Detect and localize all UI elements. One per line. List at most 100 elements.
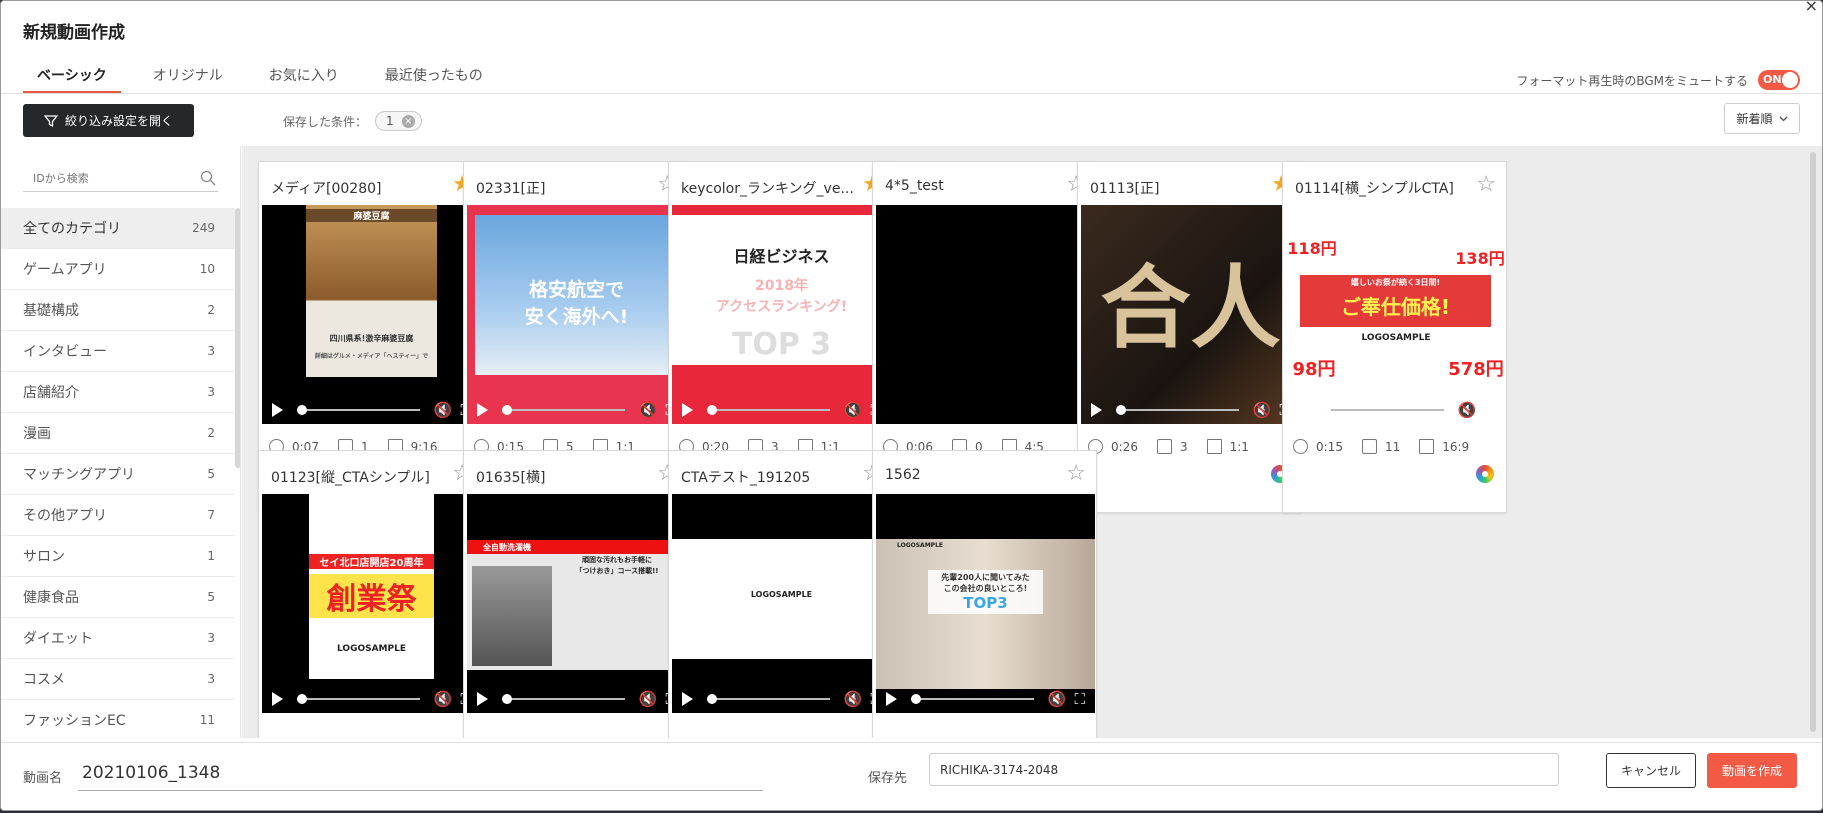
seek-bar[interactable] xyxy=(911,694,1034,704)
play-icon[interactable] xyxy=(272,403,283,417)
open-filter-button[interactable]: 絞り込み設定を開く xyxy=(23,104,194,137)
chevron-down-icon xyxy=(1779,116,1787,121)
preview-text: TOP 3 xyxy=(731,327,832,362)
category-item[interactable]: ゲームアプリ 10 xyxy=(1,249,235,290)
preview-text: セイ北口店開店20周年 xyxy=(309,554,434,569)
saved-condition-chip[interactable]: 1 × xyxy=(375,111,422,131)
category-item[interactable]: マッチングアプリ 5 xyxy=(1,454,235,495)
category-item[interactable]: ダイエット 3 xyxy=(1,618,235,659)
save-destination-input[interactable] xyxy=(929,753,1559,786)
format-card-title: 1562 xyxy=(885,467,921,483)
seek-bar[interactable] xyxy=(707,694,830,704)
format-card[interactable]: 1562 ☆ LOGOSAMPLE 先輩200人に聞いてみた この会社の良いところ! TO… xyxy=(872,450,1097,738)
format-preview[interactable]: 118円 138円 嬉しいお祭が続く3日間! ご奉仕価格! LOGOSAMPLE 98円 5… xyxy=(1286,205,1505,424)
play-icon[interactable] xyxy=(477,403,488,417)
play-icon[interactable] xyxy=(682,403,693,417)
tab-basic[interactable]: ベーシック xyxy=(23,59,121,93)
sort-select[interactable]: 新着順 xyxy=(1724,103,1800,134)
seek-bar[interactable] xyxy=(1116,405,1239,415)
format-preview[interactable]: 合人 🔇⛶ xyxy=(1081,205,1300,424)
search-icon[interactable] xyxy=(200,170,216,186)
close-icon[interactable]: × xyxy=(1805,1,1818,14)
category-count: 3 xyxy=(207,631,215,645)
favorite-star-icon[interactable]: ☆ xyxy=(1476,174,1496,196)
category-item[interactable]: サロン 1 xyxy=(1,536,235,577)
format-card[interactable]: 01113[正]★合人🔇⛶0:2631:1 xyxy=(1077,161,1302,513)
seek-bar[interactable] xyxy=(502,694,625,704)
category-item[interactable]: 店舗紹介 3 xyxy=(1,372,235,413)
mute-icon[interactable]: 🔇 xyxy=(844,691,863,707)
seek-bar[interactable] xyxy=(707,405,830,415)
fullscreen-icon[interactable]: ⛶ xyxy=(1074,691,1085,707)
play-icon[interactable] xyxy=(1091,403,1102,417)
format-card[interactable]: CTAテスト_191205☆LOGOSAMPLE🔇⛶ xyxy=(668,450,893,738)
video-name-label: 動画名 xyxy=(23,771,63,786)
category-item[interactable]: インタビュー 3 xyxy=(1,331,235,372)
bgm-mute-toggle[interactable]: ON xyxy=(1758,70,1800,90)
category-item[interactable]: 全てのカテゴリ 249 xyxy=(1,208,235,249)
seek-bar[interactable] xyxy=(297,405,420,415)
header-divider xyxy=(1,93,1822,94)
tab-recent[interactable]: 最近使ったもの xyxy=(371,59,497,93)
format-card-title: 4*5_test xyxy=(885,178,944,194)
play-icon[interactable] xyxy=(272,692,283,706)
video-name-input[interactable] xyxy=(78,755,763,791)
video-controls: 🔇⛶ xyxy=(262,396,481,424)
mute-icon[interactable]: 🔇 xyxy=(639,691,658,707)
seek-bar[interactable] xyxy=(502,405,625,415)
category-item[interactable]: その他アプリ 7 xyxy=(1,495,235,536)
format-preview[interactable] xyxy=(876,205,1095,424)
format-card[interactable]: 01114[横_シンプルCTA] ☆ 118円 138円 嬉しいお祭が続く3日間! ご奉仕… xyxy=(1282,161,1507,513)
clock-icon xyxy=(1293,439,1308,454)
sidebar-scrollbar[interactable] xyxy=(235,208,240,468)
play-icon[interactable] xyxy=(1296,403,1307,417)
category-sidebar: 全てのカテゴリ 249 ゲームアプリ 10 基礎構成 2 インタビュー 3 店舗紹介 3 漫画 2 マッ… xyxy=(1,146,241,738)
create-video-button[interactable]: 動画を作成 xyxy=(1707,753,1797,788)
mute-icon[interactable]: 🔇 xyxy=(639,402,658,418)
mute-icon[interactable]: 🔇 xyxy=(434,691,453,707)
mute-icon[interactable]: 🔇 xyxy=(844,402,863,418)
play-icon[interactable] xyxy=(886,692,897,706)
mute-icon[interactable]: 🔇 xyxy=(1253,402,1272,418)
tab-favorites[interactable]: お気に入り xyxy=(255,59,353,93)
remove-chip-icon[interactable]: × xyxy=(401,114,415,128)
category-item[interactable]: 漫画 2 xyxy=(1,413,235,454)
category-item[interactable]: コスメ 3 xyxy=(1,659,235,700)
aspect-ratio-icon xyxy=(1419,439,1435,454)
seek-bar[interactable] xyxy=(297,694,420,704)
category-list: 全てのカテゴリ 249 ゲームアプリ 10 基礎構成 2 インタビュー 3 店舗紹介 3 漫画 2 マッ… xyxy=(1,208,235,738)
category-item[interactable]: 基礎構成 2 xyxy=(1,290,235,331)
cancel-button[interactable]: キャンセル xyxy=(1606,753,1696,788)
mute-icon[interactable]: 🔇 xyxy=(1048,691,1067,707)
format-preview[interactable]: LOGOSAMPLE 先輩200人に聞いてみた この会社の良いところ! TOP3 🔇 ⛶ xyxy=(876,494,1095,713)
category-item[interactable]: ファッションEC 11 xyxy=(1,700,235,738)
category-label: コスメ xyxy=(23,672,65,688)
format-preview[interactable]: 全自動洗濯機頑固な汚れもお手軽に「つけおき」コース搭載!! 🔇⛶ xyxy=(467,494,686,713)
aspect-ratio-value: 16:9 xyxy=(1442,439,1470,454)
format-preview[interactable]: セイ北口店開店20周年創業祭 LOGOSAMPLE 🔇⛶ xyxy=(262,494,481,713)
mute-icon[interactable]: 🔇 xyxy=(1458,402,1477,418)
format-card[interactable]: 01635[横]☆全自動洗濯機頑固な汚れもお手軽に「つけおき」コース搭載!!🔇⛶ xyxy=(463,450,688,738)
format-preview[interactable]: LOGOSAMPLE 🔇⛶ xyxy=(672,494,891,713)
category-count: 2 xyxy=(207,303,215,317)
format-preview[interactable]: 格安航空で安く海外へ! 🔇⛶ xyxy=(467,205,686,424)
grid-scrollbar[interactable] xyxy=(1810,152,1816,732)
format-tabs: ベーシック オリジナル お気に入り 最近使ったもの xyxy=(23,59,515,93)
category-item[interactable]: 健康食品 5 xyxy=(1,577,235,618)
preview-text: 創業祭 xyxy=(309,574,434,618)
tab-original[interactable]: オリジナル xyxy=(139,59,237,93)
format-card[interactable]: 01123[縦_CTAシンプル]☆セイ北口店開店20周年創業祭LOGOSAMPL… xyxy=(258,450,483,738)
aspect-ratio-value: 1:1 xyxy=(1229,439,1249,454)
id-search-input[interactable] xyxy=(33,171,183,185)
play-icon[interactable] xyxy=(682,692,693,706)
color-wheel-icon[interactable] xyxy=(1476,465,1494,483)
play-icon[interactable] xyxy=(477,692,488,706)
mute-icon[interactable]: 🔇 xyxy=(434,402,453,418)
fullscreen-icon[interactable]: ⛶ xyxy=(1484,402,1495,418)
format-preview[interactable]: 麻婆豆腐四川県系!激辛麻婆豆腐詳細はグルメ・メディア「ヘスティー」で 🔇⛶ xyxy=(262,205,481,424)
category-count: 5 xyxy=(207,467,215,481)
seek-bar[interactable] xyxy=(1321,405,1444,415)
format-preview[interactable]: 日経ビジネス 2018年アクセスランキング! TOP 3 🔇⛶ xyxy=(672,205,891,424)
favorite-star-icon[interactable]: ☆ xyxy=(1066,463,1086,485)
category-label: 基礎構成 xyxy=(23,303,79,319)
